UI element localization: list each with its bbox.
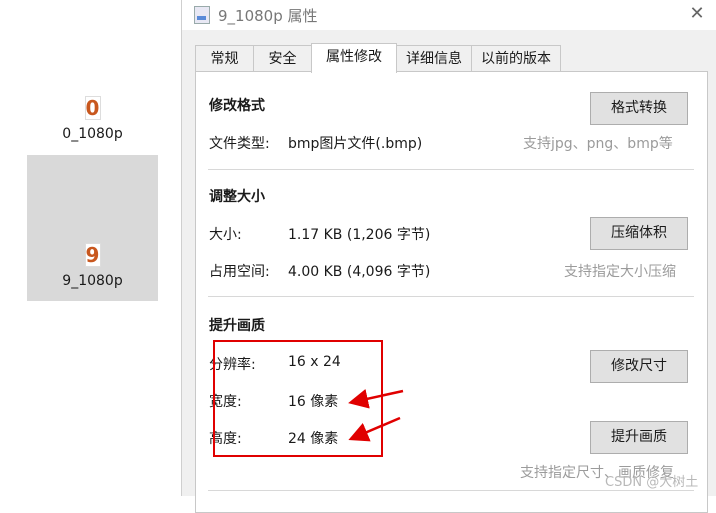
annotation-highlight-box: [213, 340, 383, 457]
tab-property-modify[interactable]: 属性修改: [311, 43, 397, 73]
file-item-9-1080p[interactable]: 9 9_1080p: [27, 155, 158, 301]
dialog-titlebar: 9_1080p 属性 ✕: [182, 0, 716, 30]
file-name: 0_1080p: [62, 126, 123, 142]
size-label: 大小:: [209, 227, 242, 243]
disk-usage-label: 占用空间:: [209, 264, 270, 280]
tab-previous-versions[interactable]: 以前的版本: [471, 45, 561, 72]
file-type-value: bmp图片文件(.bmp): [288, 136, 423, 152]
format-hint: 支持jpg、png、bmp等: [523, 136, 673, 152]
divider: [208, 296, 694, 297]
dialog-title: 9_1080p 属性: [218, 7, 318, 25]
size-hint: 支持指定大小压缩: [564, 264, 676, 280]
close-icon[interactable]: ✕: [685, 2, 709, 26]
tab-details[interactable]: 详细信息: [396, 45, 472, 72]
bmp-file-thumbnail-icon: 0: [84, 96, 101, 120]
quality-section-heading: 提升画质: [209, 318, 265, 334]
tab-general[interactable]: 常规: [195, 45, 254, 72]
format-section-heading: 修改格式: [209, 98, 265, 114]
compress-button[interactable]: 压缩体积: [590, 217, 688, 250]
file-type-label: 文件类型:: [209, 136, 270, 152]
size-value: 1.17 KB (1,206 字节): [288, 227, 431, 243]
file-name: 9_1080p: [62, 273, 123, 289]
bmp-file-thumbnail-icon: 9: [84, 243, 101, 267]
tab-security[interactable]: 安全: [253, 45, 312, 72]
file-item-0-1080p[interactable]: 0 0_1080p: [27, 92, 158, 158]
disk-usage-value: 4.00 KB (4,096 字节): [288, 264, 431, 280]
enhance-quality-button[interactable]: 提升画质: [590, 421, 688, 454]
csdn-watermark: CSDN @大树土: [605, 475, 699, 490]
properties-dialog: 9_1080p 属性 ✕ 常规 安全 属性修改 详细信息 以前的版本 修改格式 …: [181, 0, 716, 513]
resize-button[interactable]: 修改尺寸: [590, 350, 688, 383]
tab-panel: 修改格式 格式转换 文件类型: bmp图片文件(.bmp) 支持jpg、png、…: [195, 71, 708, 513]
file-explorer-pane: 0 0_1080p 9 9_1080p: [0, 0, 180, 496]
divider: [208, 490, 694, 491]
file-properties-icon: [194, 6, 210, 24]
divider: [208, 169, 694, 170]
convert-format-button[interactable]: 格式转换: [590, 92, 688, 125]
size-section-heading: 调整大小: [209, 189, 265, 205]
